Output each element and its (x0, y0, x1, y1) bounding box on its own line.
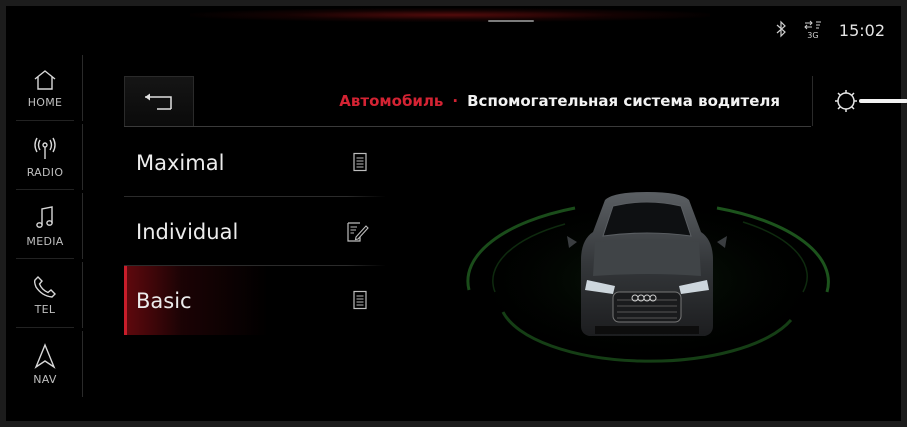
mode-row-individual[interactable]: Individual (124, 197, 386, 266)
signal-arrows-icon (804, 20, 821, 30)
bluetooth-icon (775, 20, 787, 41)
document-icon[interactable] (352, 152, 368, 172)
nav-item-nav[interactable]: NAV (8, 331, 83, 397)
edit-document-icon[interactable] (346, 221, 370, 243)
breadcrumb-vehicle[interactable]: Автомобиль (339, 92, 443, 110)
page-title: Автомобиль · Вспомогательная система вод… (200, 76, 780, 126)
status-bar: 3G 15:02 (775, 18, 885, 42)
nav-item-radio[interactable]: RADIO (8, 124, 83, 190)
network-type: 3G (807, 31, 819, 40)
clock-time: 15:02 (838, 20, 885, 40)
nav-label: HOME (27, 95, 63, 109)
back-button[interactable] (124, 76, 194, 127)
mode-label: Basic (136, 288, 192, 313)
nav-label: RADIO (26, 165, 64, 179)
main-nav: HOME RADIO MEDIA TEL NAV (8, 55, 83, 410)
top-ambient-glow (190, 8, 710, 22)
back-arrow-icon (145, 93, 172, 110)
network-indicator: 3G (803, 20, 823, 40)
mode-row-maximal[interactable]: Maximal (124, 128, 386, 197)
document-icon[interactable] (352, 290, 368, 310)
home-icon (34, 69, 56, 90)
pull-down-handle[interactable] (488, 20, 534, 22)
nav-label: NAV (33, 372, 57, 386)
vehicle-illustration (462, 192, 832, 365)
current-page-title: Вспомогательная система водителя (467, 92, 780, 110)
mode-label: Individual (136, 219, 239, 244)
header-divider (124, 126, 811, 127)
settings-button[interactable] (812, 76, 907, 126)
breadcrumb-separator: · (452, 92, 459, 110)
mode-row-basic[interactable]: Basic (124, 266, 386, 335)
nav-label: TEL (34, 302, 56, 316)
phone-icon (33, 275, 56, 298)
nav-item-tel[interactable]: TEL (8, 262, 83, 328)
gear-icon (835, 90, 907, 112)
nav-label: MEDIA (26, 234, 64, 248)
navigation-arrow-icon (34, 342, 56, 369)
nav-item-media[interactable]: MEDIA (8, 193, 83, 259)
mode-label: Maximal (136, 150, 225, 175)
radio-icon (34, 137, 56, 159)
music-note-icon (36, 205, 53, 228)
driver-assist-mode-list: Maximal Individual Basic (124, 128, 386, 335)
nav-item-home[interactable]: HOME (8, 55, 83, 121)
